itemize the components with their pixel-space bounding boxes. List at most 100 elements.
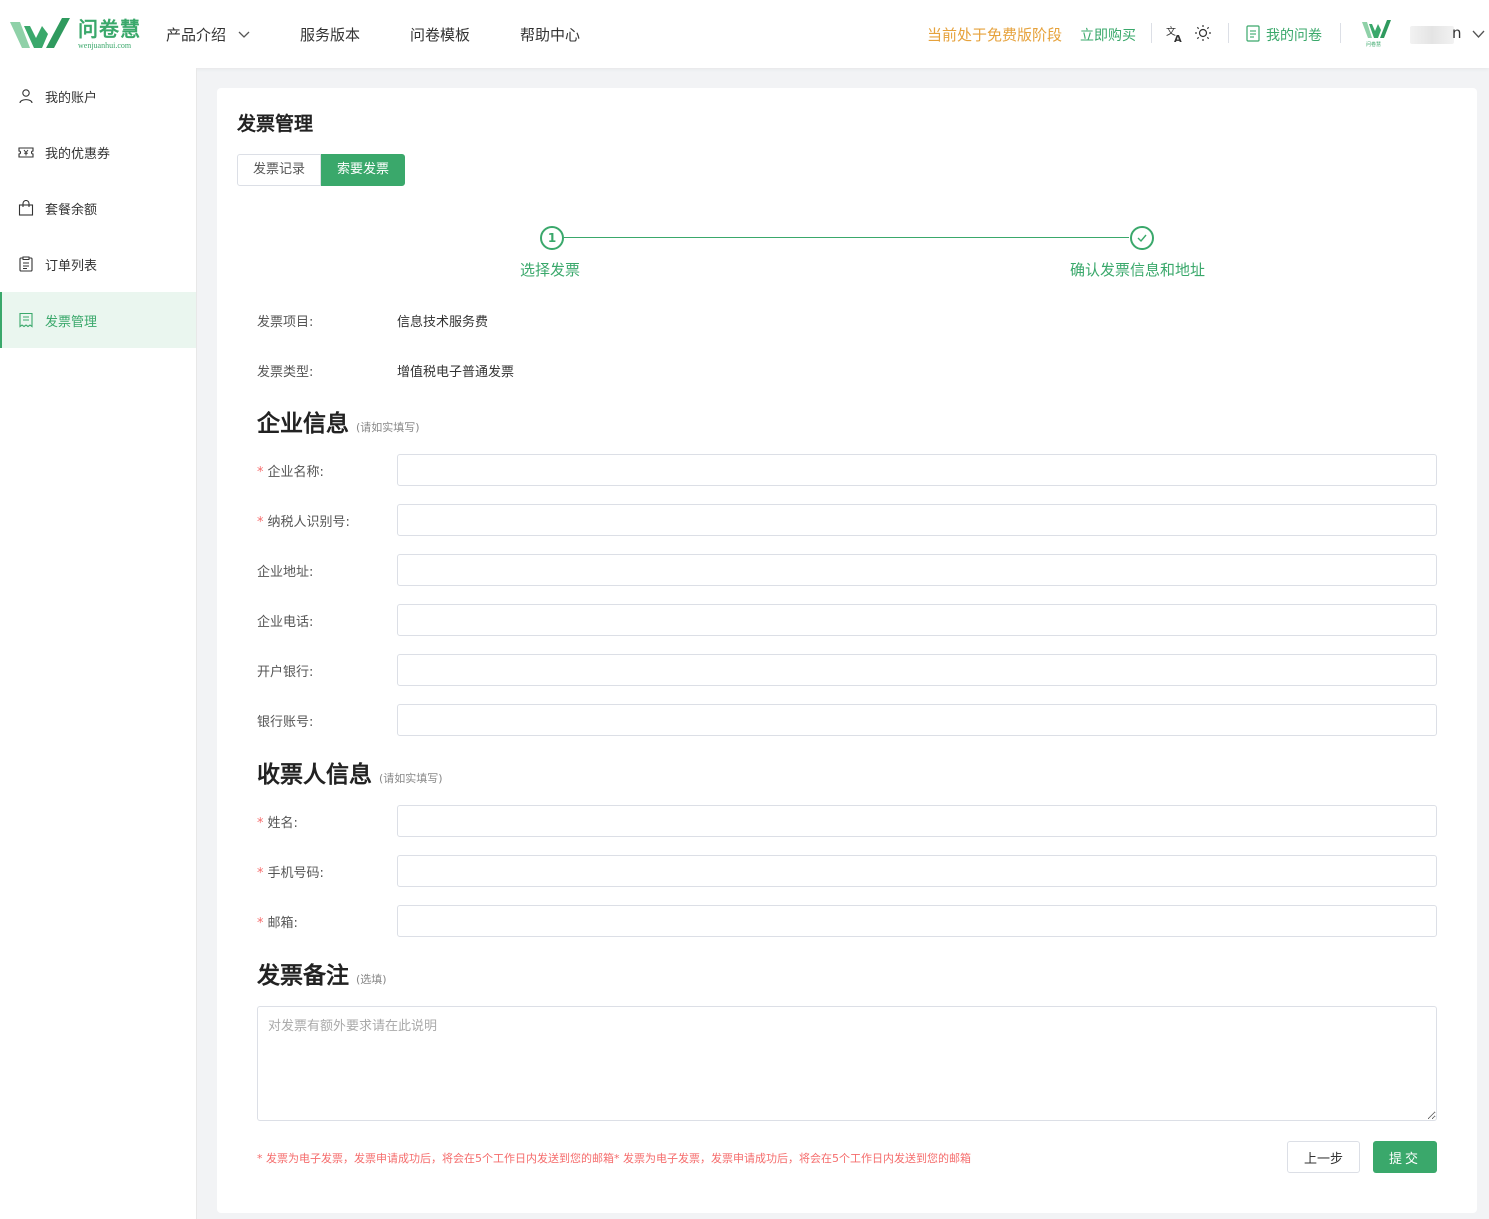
- step-1-label: 选择发票: [520, 261, 581, 279]
- submit-button[interactable]: 提交: [1373, 1141, 1437, 1173]
- bank-account-label: 银行账号:: [257, 715, 314, 730]
- document-icon: [1246, 25, 1260, 42]
- logo-domain: wenjuanhui.com: [78, 41, 132, 50]
- required-mark: *: [257, 916, 264, 931]
- page-title: 发票管理: [237, 113, 314, 135]
- receiver-email-input[interactable]: [397, 905, 1437, 937]
- section-heading: 收票人信息: [257, 762, 372, 788]
- coupon-icon: [18, 147, 34, 158]
- sidebar-item-invoices[interactable]: 发票管理: [0, 292, 196, 348]
- avatar[interactable]: 问卷慧: [1360, 18, 1392, 48]
- invoice-tabs: 发票记录 索要发票: [237, 154, 406, 186]
- theme-toggle-icon[interactable]: [1194, 24, 1212, 42]
- sidebar-item-package-balance[interactable]: 套餐余额: [0, 180, 196, 236]
- list-icon: [19, 256, 33, 272]
- company-name-input[interactable]: [397, 454, 1437, 486]
- svg-text:问卷慧: 问卷慧: [1366, 41, 1381, 48]
- company-phone-input[interactable]: [397, 604, 1437, 636]
- step-2-indicator: [1130, 226, 1154, 250]
- company-address-label: 企业地址:: [257, 565, 314, 580]
- chevron-down-icon[interactable]: [1472, 28, 1485, 40]
- previous-step-button[interactable]: 上一步: [1287, 1141, 1360, 1173]
- sidebar-item-account[interactable]: 我的账户: [0, 68, 196, 124]
- logo[interactable]: 问卷慧 wenjuanhui.com: [8, 14, 141, 54]
- invoice-card: 发票管理 发票记录 索要发票 1 选择发票 确认发票信息和地址 发票项目: 信息…: [217, 88, 1477, 1213]
- receiver-phone-label: * 手机号码:: [257, 862, 324, 881]
- company-address-input[interactable]: [397, 554, 1437, 586]
- svg-text:A: A: [1174, 34, 1182, 44]
- sidebar-item-coupons[interactable]: 我的优惠券: [0, 124, 196, 180]
- required-mark: *: [257, 465, 264, 480]
- company-section-title: 企业信息 (请如实填写): [257, 404, 420, 438]
- divider: [1340, 23, 1341, 43]
- sidebar-item-label: 我的优惠券: [45, 146, 111, 162]
- invoice-type-value: 增值税电子普通发票: [397, 365, 515, 380]
- taxpayer-id-label: * 纳税人识别号:: [257, 511, 350, 530]
- section-hint: (选填): [356, 973, 387, 986]
- divider: [1151, 23, 1152, 43]
- username-redacted: [1410, 26, 1454, 44]
- invoice-type-label: 发票类型:: [257, 365, 314, 380]
- top-header: 问卷慧 wenjuanhui.com 产品介绍 服务版本 问卷模板 帮助中心 当…: [0, 0, 1489, 68]
- receiver-email-label: * 邮箱:: [257, 912, 298, 931]
- bank-account-input[interactable]: [397, 704, 1437, 736]
- tab-request-invoice[interactable]: 索要发票: [321, 154, 406, 186]
- invoice-item-label: 发票项目:: [257, 315, 314, 330]
- receiver-name-input[interactable]: [397, 805, 1437, 837]
- nav-help-center[interactable]: 帮助中心: [520, 24, 580, 45]
- logo-mark-icon: [10, 18, 70, 48]
- nav-templates[interactable]: 问卷模板: [410, 24, 470, 45]
- invoice-remark-textarea[interactable]: [257, 1006, 1437, 1121]
- company-name-label: * 企业名称:: [257, 461, 324, 480]
- my-surveys-link[interactable]: 我的问卷: [1266, 25, 1322, 45]
- step-connector: [564, 237, 1129, 238]
- sidebar-item-label: 套餐余额: [45, 202, 98, 218]
- required-mark: *: [257, 866, 264, 881]
- step-1-indicator: 1: [540, 226, 564, 250]
- bag-icon: [18, 200, 34, 216]
- sidebar-item-orders[interactable]: 订单列表: [0, 236, 196, 292]
- company-phone-label: 企业电话:: [257, 615, 314, 630]
- required-mark: *: [257, 515, 264, 530]
- check-icon: [1137, 234, 1147, 243]
- main-nav: 产品介绍 服务版本 问卷模板 帮助中心: [166, 0, 630, 68]
- step-2-label: 确认发票信息和地址: [1070, 261, 1206, 279]
- section-hint: (请如实填写): [379, 772, 443, 785]
- remark-section-title: 发票备注 (选填): [257, 956, 387, 990]
- section-heading: 发票备注: [257, 963, 349, 989]
- buy-now-link[interactable]: 立即购买: [1080, 25, 1136, 45]
- receiver-phone-input[interactable]: [397, 855, 1437, 887]
- bank-name-input[interactable]: [397, 654, 1437, 686]
- field-label-text: 姓名:: [267, 816, 298, 831]
- field-label-text: 手机号码:: [267, 866, 324, 881]
- sidebar-item-label: 发票管理: [45, 314, 98, 330]
- free-plan-notice: 当前处于免费版阶段: [927, 26, 1063, 44]
- username[interactable]: n: [1452, 24, 1462, 42]
- nav-service-plans[interactable]: 服务版本: [300, 24, 360, 45]
- nav-product-intro[interactable]: 产品介绍: [166, 24, 250, 45]
- logo-text: 问卷慧 wenjuanhui.com: [78, 17, 141, 51]
- divider: [1228, 23, 1229, 43]
- invoice-item-value: 信息技术服务费: [397, 315, 489, 330]
- step-number: 1: [547, 231, 557, 245]
- nav-label: 帮助中心: [520, 25, 581, 44]
- receiver-section-title: 收票人信息 (请如实填写): [257, 755, 443, 789]
- nav-label: 产品介绍: [166, 25, 227, 44]
- nav-label: 服务版本: [300, 25, 361, 44]
- tab-invoice-records[interactable]: 发票记录: [237, 154, 322, 186]
- sidebar-item-label: 订单列表: [45, 258, 98, 274]
- field-label-text: 邮箱:: [267, 916, 298, 931]
- sidebar: 我的账户 我的优惠券 套餐余额 订单列表 发票管理: [0, 68, 197, 1219]
- taxpayer-id-input[interactable]: [397, 504, 1437, 536]
- sidebar-item-label: 我的账户: [45, 90, 98, 106]
- field-label-text: 企业名称:: [267, 465, 324, 480]
- required-mark: *: [257, 816, 264, 831]
- receiver-name-label: * 姓名:: [257, 812, 298, 831]
- chevron-down-icon: [238, 31, 250, 38]
- logo-brand-name: 问卷慧: [78, 17, 141, 41]
- bank-name-label: 开户银行:: [257, 665, 314, 680]
- section-heading: 企业信息: [257, 411, 349, 437]
- translate-icon[interactable]: 文 A: [1165, 24, 1185, 44]
- section-hint: (请如实填写): [356, 421, 420, 434]
- field-label-text: 纳税人识别号:: [267, 515, 350, 530]
